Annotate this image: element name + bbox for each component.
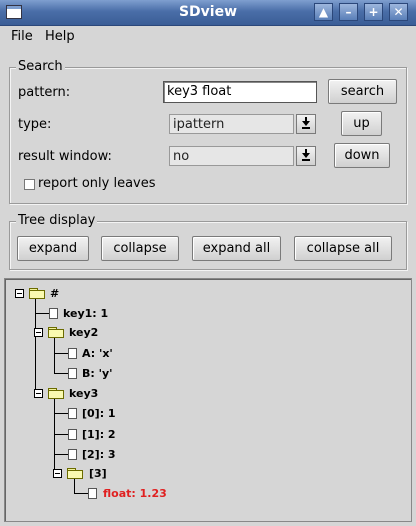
file-icon <box>68 408 77 419</box>
collapse-button[interactable]: collapse <box>101 236 179 261</box>
dropdown-arrow-icon <box>302 117 310 129</box>
down-button[interactable]: down <box>334 143 390 168</box>
maximize-button[interactable]: + <box>364 3 383 21</box>
dropdown-arrow-icon <box>302 149 310 161</box>
tree-connector <box>54 434 68 435</box>
expand-all-button[interactable]: expand all <box>192 236 281 261</box>
tree-connector <box>54 454 68 455</box>
up-button-label: up <box>353 116 370 131</box>
tree-connector <box>54 353 68 354</box>
collapse-all-button[interactable]: collapse all <box>294 236 392 261</box>
file-icon <box>68 348 77 359</box>
expand-button-label: expand <box>28 241 78 256</box>
tree-node-key2[interactable]: key2 <box>69 326 98 339</box>
tree-view[interactable]: # key1: 1 key2 A: 'x' B: 'y' key3 [0]: 1… <box>4 278 412 522</box>
type-label: type: <box>18 117 52 132</box>
tree-connector <box>54 373 68 374</box>
result-window-label: result window: <box>18 149 112 164</box>
tree-node-key3-1[interactable]: [1]: 2 <box>82 428 116 441</box>
search-group-title: Search <box>16 59 65 74</box>
file-icon <box>88 488 97 499</box>
pattern-input[interactable]: key3 float <box>163 81 317 103</box>
folder-icon <box>29 288 45 299</box>
result-window-select[interactable]: no <box>169 146 294 166</box>
search-button-label: search <box>340 84 385 99</box>
tree-display-group-title: Tree display <box>16 213 98 228</box>
tree-node-root[interactable]: # <box>50 287 59 300</box>
tree-node-key3-0[interactable]: [0]: 1 <box>82 407 116 420</box>
tree-node-key3[interactable]: key3 <box>69 387 98 400</box>
tree-node-float[interactable]: float: 1.23 <box>103 487 167 500</box>
up-button[interactable]: up <box>341 111 382 136</box>
tree-connector <box>74 478 75 494</box>
menu-help[interactable]: Help <box>45 29 75 44</box>
pattern-label: pattern: <box>18 85 71 100</box>
title-bar[interactable]: SDview ▲ – + ✕ <box>0 0 416 26</box>
menu-file[interactable]: File <box>11 29 33 44</box>
collapse-all-button-label: collapse all <box>306 241 380 256</box>
close-button[interactable]: ✕ <box>389 3 408 21</box>
shade-button[interactable]: ▲ <box>314 3 333 21</box>
expand-button[interactable]: expand <box>17 236 89 261</box>
tree-node-key3-2[interactable]: [2]: 3 <box>82 448 116 461</box>
tree-node-key3-3[interactable]: [3] <box>89 467 107 480</box>
tree-node-key2-b[interactable]: B: 'y' <box>82 367 113 380</box>
root-expander[interactable] <box>15 289 24 298</box>
folder-icon <box>67 468 83 479</box>
key3-3-expander[interactable] <box>53 469 62 478</box>
result-window-dropdown-button[interactable] <box>296 146 316 166</box>
report-only-leaves-label: report only leaves <box>38 176 156 191</box>
search-button[interactable]: search <box>328 79 397 104</box>
key3-expander[interactable] <box>34 389 43 398</box>
tree-node-key2-a[interactable]: A: 'x' <box>82 347 113 360</box>
tree-connector <box>54 413 68 414</box>
collapse-button-label: collapse <box>113 241 167 256</box>
expand-all-button-label: expand all <box>202 241 271 256</box>
tree-connector <box>54 399 55 475</box>
tree-connector <box>35 313 49 314</box>
file-icon <box>68 449 77 460</box>
report-only-leaves-checkbox[interactable] <box>24 179 35 190</box>
down-button-label: down <box>344 148 380 163</box>
minimize-button[interactable]: – <box>339 3 358 21</box>
type-dropdown-button[interactable] <box>296 114 316 134</box>
tree-node-key1[interactable]: key1: 1 <box>63 307 108 320</box>
file-icon <box>49 308 58 319</box>
tree-connector <box>54 337 55 374</box>
folder-icon <box>48 327 64 338</box>
file-icon <box>68 429 77 440</box>
tree-connector <box>74 493 88 494</box>
file-icon <box>68 368 77 379</box>
folder-icon <box>48 388 64 399</box>
type-select[interactable]: ipattern <box>169 114 294 134</box>
key2-expander[interactable] <box>34 328 43 337</box>
